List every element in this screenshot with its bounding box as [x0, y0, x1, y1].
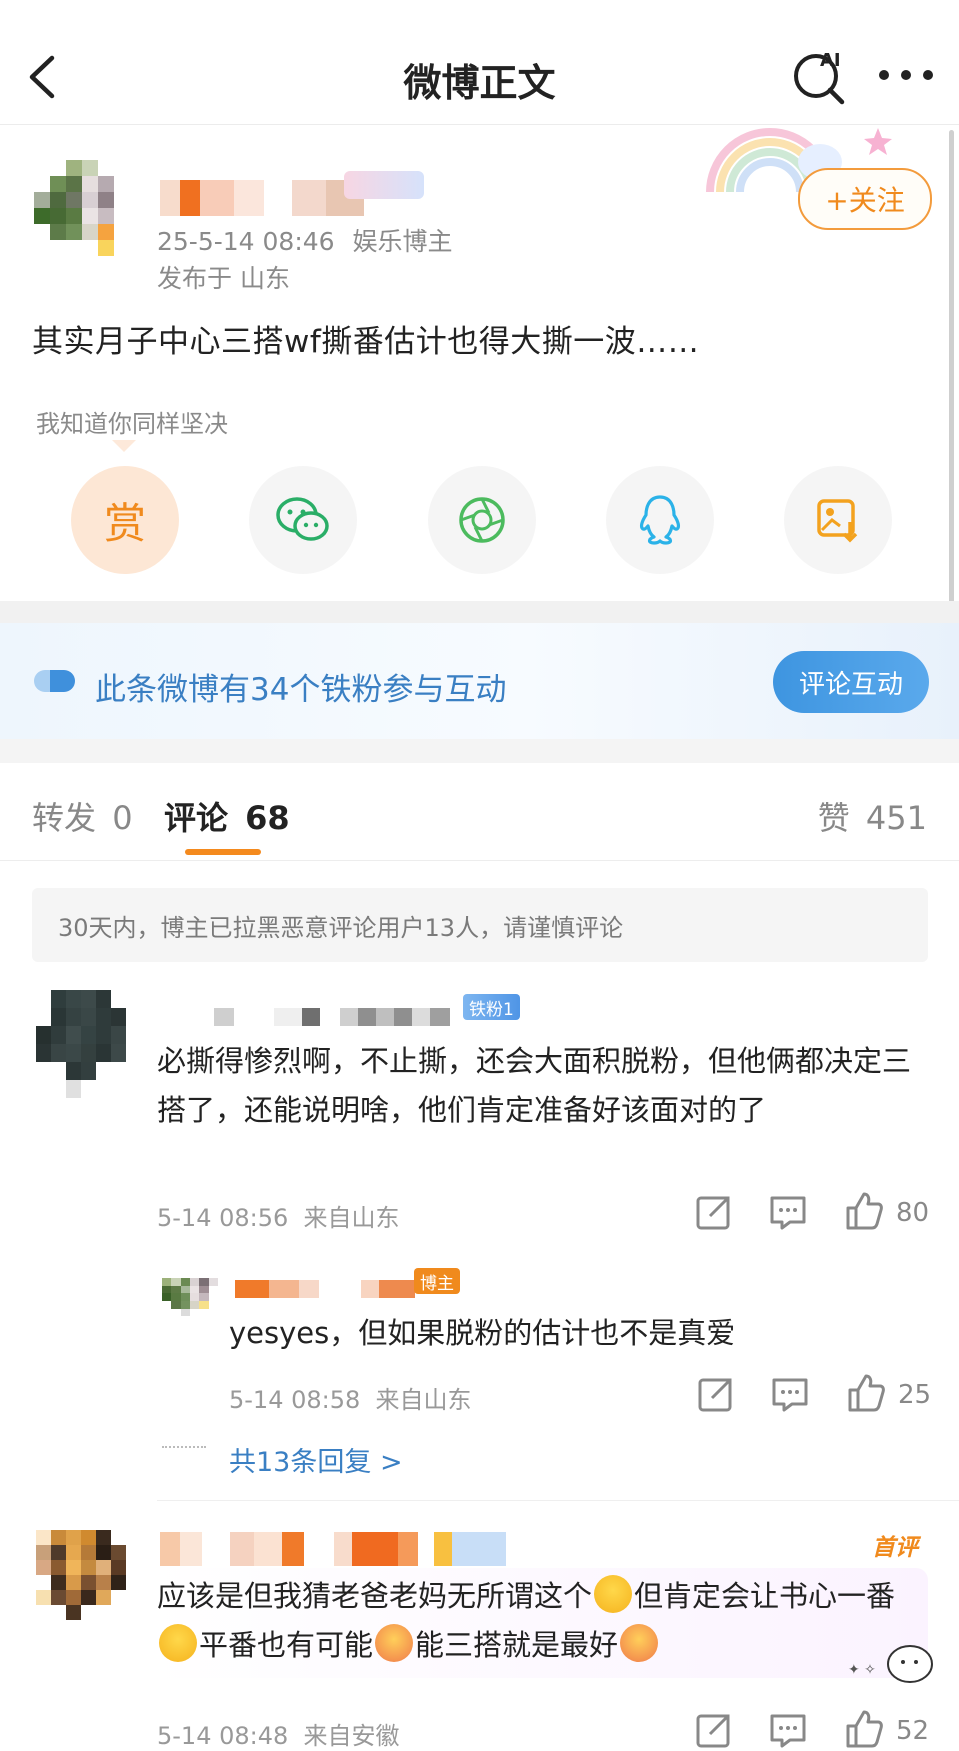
fan-banner-icon — [34, 670, 75, 692]
tab-comment-count: 68 — [245, 799, 290, 837]
moments-icon — [459, 497, 505, 543]
reply-author-avatar[interactable] — [162, 1278, 218, 1324]
comment-2-text: 应该是但我猜老爸老妈无所谓这个 但肯定会让书心一番平番也有可能 能三搭就是最好 — [157, 1572, 917, 1670]
moderation-notice: 30天内，博主已拉黑恶意评论用户13人，请谨慎评论 — [32, 888, 928, 962]
section-divider-2 — [0, 739, 959, 763]
repost-icon[interactable] — [694, 1192, 734, 1232]
wechat-icon — [276, 497, 329, 541]
comment-2-text-part-2: 但肯定会让书心一番 — [634, 1579, 896, 1613]
commenter-2-name-blurred[interactable] — [160, 1532, 506, 1566]
tab-repost-label: 转发 — [32, 799, 97, 837]
reply-like-count: 25 — [898, 1380, 932, 1410]
qq-icon — [639, 495, 681, 545]
commenter-name-blurred[interactable] — [214, 1008, 450, 1026]
comment-time: 5-14 08:56 来自山东 — [157, 1204, 400, 1232]
svg-text:AI: AI — [820, 50, 841, 71]
more-options-icon[interactable] — [876, 62, 936, 88]
share-moments-button[interactable] — [428, 466, 536, 574]
scrollbar[interactable] — [949, 130, 954, 640]
comment-2-text-part-1: 应该是但我猜老爸老妈无所谓这个 — [157, 1579, 593, 1613]
follow-button[interactable]: +关注 — [798, 168, 932, 230]
reply-like-icon[interactable] — [846, 1372, 886, 1412]
post-location: 发布于 山东 — [157, 264, 290, 293]
share-wechat-button[interactable] — [249, 466, 357, 574]
tab-like-count: 451 — [865, 799, 927, 837]
crying-laughing-emoji-icon — [594, 1575, 633, 1613]
like-icon[interactable] — [844, 1190, 884, 1230]
iron-fan-badge-label: 铁粉1 — [469, 999, 514, 1020]
author-name-blurred[interactable] — [160, 180, 364, 216]
comment-2-text-part-3: 平番也有可能 — [199, 1628, 374, 1662]
blogger-badge: 博主 — [414, 1268, 460, 1294]
comment-text: 必撕得惨烈啊，不止撕，还会大面积脱粉，但他俩都决定三搭了，还能说明啥，他们肯定准… — [157, 1044, 912, 1127]
save-image-button[interactable] — [784, 466, 892, 574]
reward-hint: 我知道你同样坚决 — [36, 410, 228, 438]
iron-fan-text: 此条微博有34个铁粉参与互动 — [95, 672, 507, 708]
reply-repost-icon[interactable] — [696, 1374, 736, 1414]
comment-divider — [157, 1500, 959, 1501]
iron-fan-badge: 铁粉1 — [463, 994, 520, 1020]
tab-repost-count: 0 — [112, 799, 133, 837]
section-divider — [0, 601, 959, 623]
more-replies-dots — [162, 1446, 206, 1448]
comment-2-like-icon[interactable] — [844, 1708, 884, 1748]
reply-author-name-blurred[interactable] — [235, 1280, 415, 1298]
post-text: 其实月子中心三搭wf撕番估计也得大撕一波…… — [32, 324, 700, 360]
cute-sticker-icon: ✦ ✧ — [848, 1645, 933, 1683]
reward-button[interactable]: 赏 — [71, 466, 179, 574]
reply-time: 5-14 08:58 来自山东 — [229, 1386, 472, 1414]
reply-reply-icon[interactable] — [770, 1374, 810, 1414]
author-tag: 娱乐博主 — [352, 227, 453, 256]
ai-search-icon[interactable]: AI — [790, 46, 850, 106]
share-qq-button[interactable] — [606, 466, 714, 574]
tabs-divider — [0, 860, 959, 861]
svg-text:✦ ✧: ✦ ✧ — [848, 1662, 876, 1678]
reply-icon[interactable] — [768, 1192, 808, 1232]
tab-like[interactable]: 赞 451 — [818, 793, 927, 839]
save-image-icon — [817, 499, 858, 543]
author-avatar[interactable] — [34, 160, 130, 256]
comment-2-text-part-4: 能三搭就是最好 — [415, 1628, 619, 1662]
member-badge — [344, 171, 424, 199]
reply-text: yesyes，但如果脱粉的估计也不是真爱 — [229, 1316, 736, 1350]
more-replies-link[interactable]: 共13条回复 > — [229, 1440, 403, 1479]
active-tab-indicator — [185, 849, 261, 855]
commenter-avatar[interactable] — [36, 990, 126, 1098]
post-timestamp: 25-5-14 08:46 — [157, 227, 335, 256]
blogger-badge-label: 博主 — [420, 1273, 454, 1294]
comment-2-repost-icon[interactable] — [694, 1710, 734, 1750]
commenter-2-avatar[interactable] — [36, 1530, 126, 1620]
tab-repost[interactable]: 转发 0 — [32, 793, 133, 839]
first-comment-tag: 首评 — [872, 1535, 918, 1561]
comment-2-time: 5-14 08:48 来自安徽 — [157, 1722, 400, 1750]
like-count: 80 — [896, 1198, 930, 1228]
heart-eyes-emoji-icon — [375, 1624, 414, 1662]
post-meta: 25-5-14 08:46 娱乐博主 — [157, 222, 453, 258]
heart-eyes-emoji-icon — [620, 1624, 659, 1662]
reward-label: 赏 — [103, 498, 146, 548]
top-bar: 微博正文 AI — [0, 0, 959, 125]
tab-comment[interactable]: 评论 68 — [164, 793, 290, 839]
tab-comment-label: 评论 — [164, 799, 229, 837]
crying-laughing-emoji-icon — [159, 1624, 197, 1662]
comment-interact-button[interactable]: 评论互动 — [773, 651, 929, 713]
tab-like-label: 赞 — [817, 799, 850, 837]
comment-2-reply-icon[interactable] — [768, 1710, 808, 1750]
reward-hint-pointer — [112, 440, 136, 452]
comment-2-like-count: 52 — [896, 1716, 930, 1746]
